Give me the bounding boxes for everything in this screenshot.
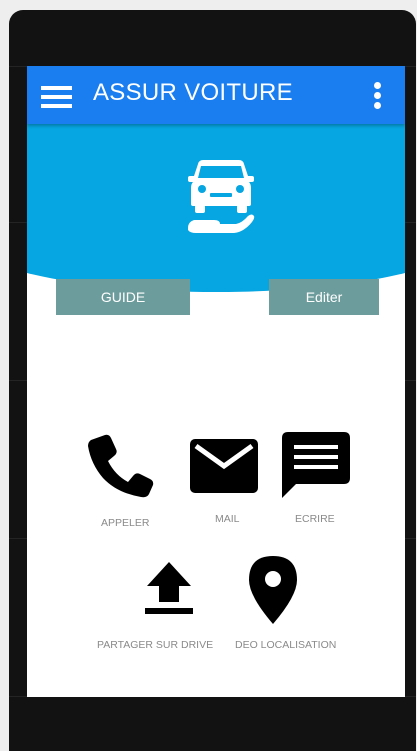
editer-button[interactable]: Editer [269, 279, 379, 315]
appeler-label: APPELER [101, 517, 150, 529]
hamburger-menu-icon[interactable] [41, 84, 73, 110]
partager-sur-drive-label: PARTAGER SUR DRIVE [97, 639, 214, 651]
app-screen: ASSUR VOITURE GUIDE Editer APPELER MAIL … [27, 66, 405, 697]
deo-localisation-label: DEO LOCALISATION [235, 639, 337, 651]
message-icon[interactable] [282, 432, 350, 498]
location-pin-icon[interactable] [249, 556, 297, 624]
ecrire-label: ECRIRE [295, 513, 335, 525]
mail-icon[interactable] [190, 439, 258, 493]
more-vert-icon[interactable] [370, 80, 386, 112]
app-bar: ASSUR VOITURE [27, 66, 405, 124]
phone-icon[interactable] [87, 434, 155, 498]
upload-icon[interactable] [145, 562, 193, 616]
guide-button[interactable]: GUIDE [56, 279, 190, 315]
app-title: ASSUR VOITURE [93, 79, 293, 106]
mail-label: MAIL [215, 513, 240, 525]
phone-frame: ASSUR VOITURE GUIDE Editer APPELER MAIL … [9, 10, 416, 751]
car-in-hand-icon [188, 160, 255, 233]
